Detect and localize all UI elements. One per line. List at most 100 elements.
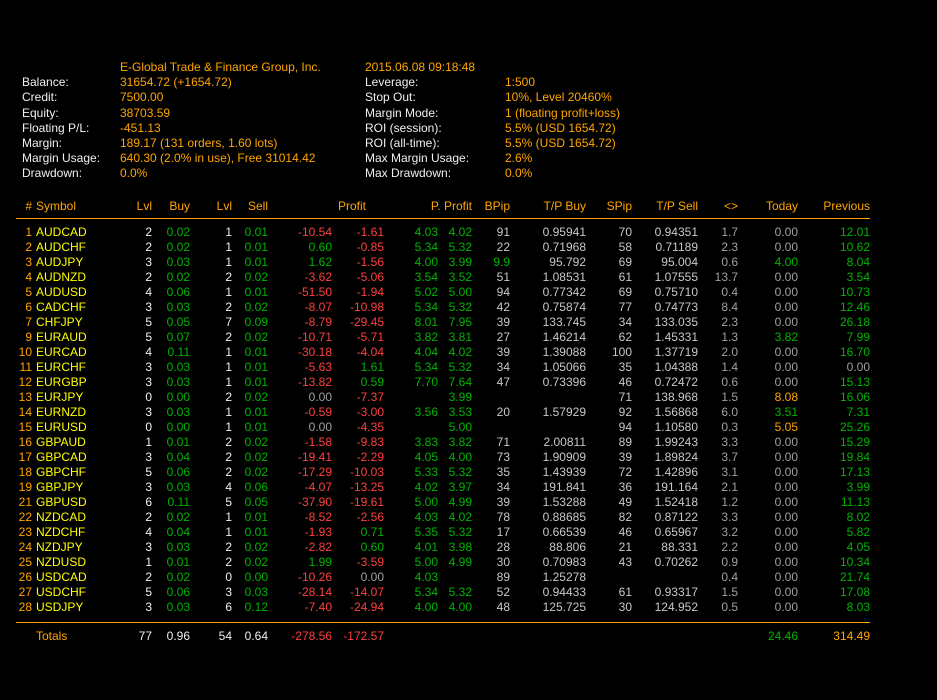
cell-spread: 0.6 [698,255,738,270]
account-value: 5.5% (USD 1654.72) [505,136,815,151]
cell-lvl-sell: 2 [190,300,232,315]
cell-spip: 49 [586,495,632,510]
cell-profit-sell: -3.59 [332,555,384,570]
account-label: Equity: [22,106,120,121]
cell-num: 16 [16,435,32,450]
cell-spip: 61 [586,585,632,600]
cell-spip [586,623,632,645]
cell-spread: 0.9 [698,555,738,570]
cell-previous: 10.34 [798,555,870,570]
cell-previous: 16.06 [798,390,870,405]
cell-spip: 62 [586,330,632,345]
cell-bpip: 48 [472,600,510,623]
cell-previous: 17.13 [798,465,870,480]
cell-bpip: 17 [472,525,510,540]
cell-sell-lots: 0.01 [232,360,268,375]
cell-tp-buy: 1.43939 [510,465,586,480]
cell-profit-buy: -1.58 [268,435,332,450]
cell-today: 0.00 [738,285,798,300]
cell-tp-buy: 0.95941 [510,219,586,241]
cell-tp-buy: 0.70983 [510,555,586,570]
account-label: Max Drawdown: [365,166,505,181]
cell-spip: 36 [586,480,632,495]
cell-lvl-sell: 4 [190,480,232,495]
cell-pprofit-sell: 4.02 [438,219,472,241]
cell-num: 14 [16,405,32,420]
cell-lvl-sell: 7 [190,315,232,330]
cell-tp-sell: 0.70262 [632,555,698,570]
cell-spip: 39 [586,450,632,465]
cell-num: 23 [16,525,32,540]
cell-lvl-buy: 0 [102,390,152,405]
cell-profit-buy: -13.82 [268,375,332,390]
cell-pprofit-buy: 5.34 [384,240,438,255]
account-value: 2.6% [505,151,815,166]
cell-pprofit-sell [438,570,472,585]
cell-lvl-buy: 4 [102,285,152,300]
cell-sell-lots: 0.64 [232,623,268,645]
cell-tp-buy: 125.725 [510,600,586,623]
cell-symbol: AUDCAD [32,219,102,241]
cell-profit-sell: -3.00 [332,405,384,420]
cell-lvl-sell: 2 [190,330,232,345]
cell-lvl-buy: 3 [102,405,152,420]
cell-tp-buy: 191.841 [510,480,586,495]
cell-lvl-sell: 1 [190,345,232,360]
cell-bpip: 94 [472,285,510,300]
cell-spread: 1.3 [698,330,738,345]
cell-bpip: 27 [472,330,510,345]
table-row: 21GBPUSD60.1150.05-37.90-19.615.004.9939… [16,495,870,510]
cell-sell-lots: 0.01 [232,375,268,390]
table-row: 17GBPCAD30.0420.02-19.41-2.294.054.00731… [16,450,870,465]
cell-previous: 7.99 [798,330,870,345]
cell-symbol: NZDUSD [32,555,102,570]
cell-bpip [472,623,510,645]
cell-previous: 15.29 [798,435,870,450]
cell-pprofit-buy: 4.03 [384,570,438,585]
cell-profit-buy: 0.60 [268,240,332,255]
cell-tp-buy: 2.00811 [510,435,586,450]
column-header-profit: Profit [268,199,384,219]
cell-previous: 3.54 [798,270,870,285]
cell-bpip: 42 [472,300,510,315]
cell-profit-sell: -29.45 [332,315,384,330]
cell-previous: 5.82 [798,525,870,540]
cell-today: 0.00 [738,360,798,375]
cell-buy-lots: 0.00 [152,420,190,435]
cell-tp-buy [510,390,586,405]
table-row: 15EURUSD00.0010.010.00-4.355.00941.10580… [16,420,870,435]
table-row: 14EURNZD30.0310.01-0.59-3.003.563.53201.… [16,405,870,420]
cell-lvl-sell: 1 [190,375,232,390]
cell-spread: 0.5 [698,600,738,623]
cell-num: 6 [16,300,32,315]
cell-tp-sell: 1.04388 [632,360,698,375]
cell-bpip [472,420,510,435]
cell-bpip: 39 [472,495,510,510]
cell-spip: 69 [586,285,632,300]
cell-tp-buy: 0.73396 [510,375,586,390]
cell-pprofit-sell: 3.99 [438,255,472,270]
cell-profit-sell: -14.07 [332,585,384,600]
cell-sell-lots: 0.02 [232,300,268,315]
cell-pprofit-sell: 5.32 [438,585,472,600]
cell-pprofit-sell: 5.32 [438,360,472,375]
cell-spip: 100 [586,345,632,360]
cell-spread: 2.1 [698,480,738,495]
cell-lvl-sell: 5 [190,495,232,510]
cell-pprofit-buy: 4.02 [384,480,438,495]
table-row: 16GBPAUD10.0120.02-1.58-9.833.833.82712.… [16,435,870,450]
cell-bpip: 30 [472,555,510,570]
cell-profit-sell: -10.03 [332,465,384,480]
cell-profit-sell: -7.37 [332,390,384,405]
cell-profit-buy: -4.07 [268,480,332,495]
cell-profit-sell: -5.71 [332,330,384,345]
cell-sell-lots: 0.01 [232,345,268,360]
cell-spip: 89 [586,435,632,450]
cell-lvl-buy: 3 [102,480,152,495]
table-row: 1AUDCAD20.0210.01-10.54-1.614.034.02910.… [16,219,870,241]
cell-profit-buy: -2.82 [268,540,332,555]
cell-lvl-sell: 1 [190,510,232,525]
server-datetime: 2015.06.08 09:18:48 [365,60,505,75]
cell-buy-lots: 0.11 [152,345,190,360]
cell-sell-lots: 0.00 [232,570,268,585]
